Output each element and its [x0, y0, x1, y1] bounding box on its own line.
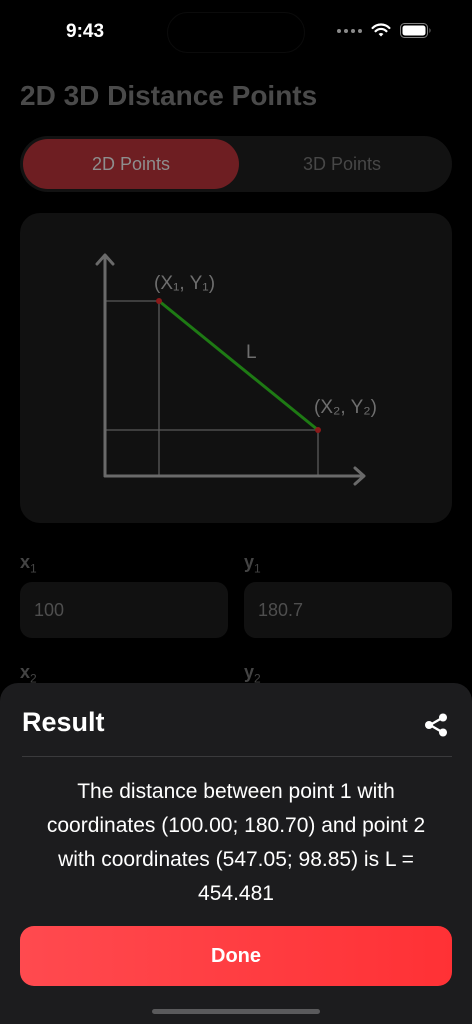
- point-2-marker: [315, 427, 321, 433]
- distance-diagram: (X₁, Y₁) L (X₂, Y₂): [20, 213, 452, 523]
- y1-input[interactable]: 180.7: [244, 582, 452, 638]
- share-icon: [425, 713, 447, 737]
- distance-diagram-svg: (X₁, Y₁) L (X₂, Y₂): [95, 253, 377, 486]
- status-bar: 9:43: [0, 0, 472, 62]
- done-button[interactable]: Done: [20, 926, 452, 986]
- result-title: Result: [22, 707, 105, 737]
- distance-line: [158, 299, 319, 432]
- wifi-icon: [371, 23, 391, 37]
- status-time: 9:43: [66, 21, 105, 42]
- line-label: L: [246, 342, 257, 363]
- result-sheet: Result The distance between point 1 with…: [0, 683, 472, 1024]
- status-icons: [337, 23, 432, 38]
- page-title: 2D 3D Distance Points: [20, 80, 318, 111]
- result-text: The distance between point 1 with coordi…: [46, 780, 426, 905]
- battery-icon: [400, 23, 431, 38]
- axes: [95, 253, 366, 486]
- guide-lines: [106, 300, 319, 475]
- dynamic-island: [167, 12, 305, 53]
- tab-2d-points[interactable]: 2D Points: [23, 139, 239, 189]
- points-segmented-control: 2D Points 3D Points: [20, 136, 452, 192]
- home-indicator: [152, 1009, 320, 1014]
- point-2-label: (X₂, Y₂): [314, 397, 377, 418]
- y1-label: y1: [244, 552, 261, 576]
- sheet-divider: [22, 756, 452, 757]
- tab-3d-points[interactable]: 3D Points: [234, 139, 450, 189]
- point-1-label: (X₁, Y₁): [154, 273, 215, 294]
- share-button[interactable]: [420, 709, 452, 741]
- x1-label: x1: [20, 552, 37, 576]
- point-1-marker: [156, 298, 162, 304]
- x1-input[interactable]: 100: [20, 582, 228, 638]
- signal-icon: [337, 28, 362, 33]
